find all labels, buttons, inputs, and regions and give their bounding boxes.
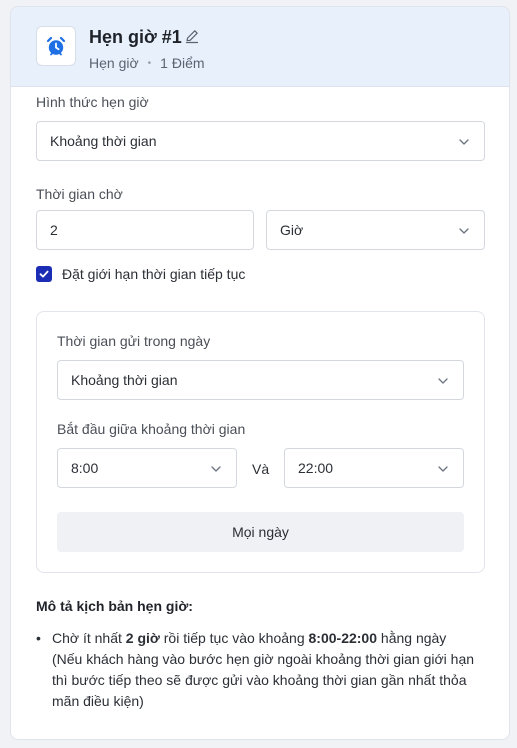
range-connector: Và xyxy=(252,461,270,477)
pencil-icon[interactable] xyxy=(184,28,200,44)
schedule-type-label: Hình thức hẹn giờ xyxy=(36,94,149,110)
limit-checkbox-label[interactable]: Đặt giới hạn thời gian tiếp tục xyxy=(62,266,245,282)
chevron-down-icon xyxy=(459,139,469,145)
range-end-value: 22:00 xyxy=(298,460,334,476)
description-item: • Chờ ít nhất 2 giờ rồi tiếp tục vào kho… xyxy=(36,628,476,712)
wait-time-label: Thời gian chờ xyxy=(36,186,123,202)
range-end-select[interactable]: 22:00 xyxy=(284,448,464,488)
wait-time-unit-select[interactable]: Giờ xyxy=(266,210,485,250)
timer-title: Hẹn giờ #1 xyxy=(89,27,182,47)
description-title: Mô tả kịch bản hẹn giờ: xyxy=(36,598,193,614)
description-range-highlight: 8:00-22:00 xyxy=(308,630,378,646)
chevron-down-icon xyxy=(211,466,221,472)
timer-card: Hẹn giờ #1 Hẹn giờ • 1 Điểm Hình thức hẹ… xyxy=(10,6,510,740)
timer-points: 1 Điểm xyxy=(160,55,205,71)
days-button[interactable]: Mọi ngày xyxy=(57,512,464,552)
description-part: Chờ ít nhất xyxy=(52,630,126,646)
send-time-value: Khoảng thời gian xyxy=(71,372,178,388)
wait-time-input[interactable]: 2 xyxy=(36,210,254,250)
send-time-label: Thời gian gửi trong ngày xyxy=(57,333,211,349)
wait-time-value: 2 xyxy=(50,222,58,238)
card-header: Hẹn giờ #1 Hẹn giờ • 1 Điểm xyxy=(11,7,509,87)
schedule-type-select[interactable]: Khoảng thời gian xyxy=(36,121,485,161)
chevron-down-icon xyxy=(438,466,448,472)
timer-subtitle: Hẹn giờ • 1 Điểm xyxy=(89,55,205,71)
send-time-select[interactable]: Khoảng thời gian xyxy=(57,360,464,400)
check-icon xyxy=(39,270,49,278)
range-start-value: 8:00 xyxy=(71,460,99,476)
chevron-down-icon xyxy=(459,228,469,234)
limit-checkbox-row: Đặt giới hạn thời gian tiếp tục xyxy=(36,266,245,282)
range-start-select[interactable]: 8:00 xyxy=(57,448,237,488)
separator-dot: • xyxy=(147,57,152,69)
alarm-clock-icon xyxy=(36,26,76,66)
limit-checkbox[interactable] xyxy=(36,266,52,282)
description-wait-highlight: 2 giờ xyxy=(125,630,160,646)
wait-time-unit-value: Giờ xyxy=(280,222,304,238)
bullet: • xyxy=(36,630,41,646)
schedule-type-value: Khoảng thời gian xyxy=(50,133,157,149)
description-text: Chờ ít nhất 2 giờ rồi tiếp tục vào khoản… xyxy=(52,628,476,712)
chevron-down-icon xyxy=(438,378,448,384)
range-label: Bắt đầu giữa khoảng thời gian xyxy=(57,421,246,437)
timer-type: Hẹn giờ xyxy=(89,55,139,71)
description-part: rồi tiếp tục vào khoảng xyxy=(159,630,309,646)
